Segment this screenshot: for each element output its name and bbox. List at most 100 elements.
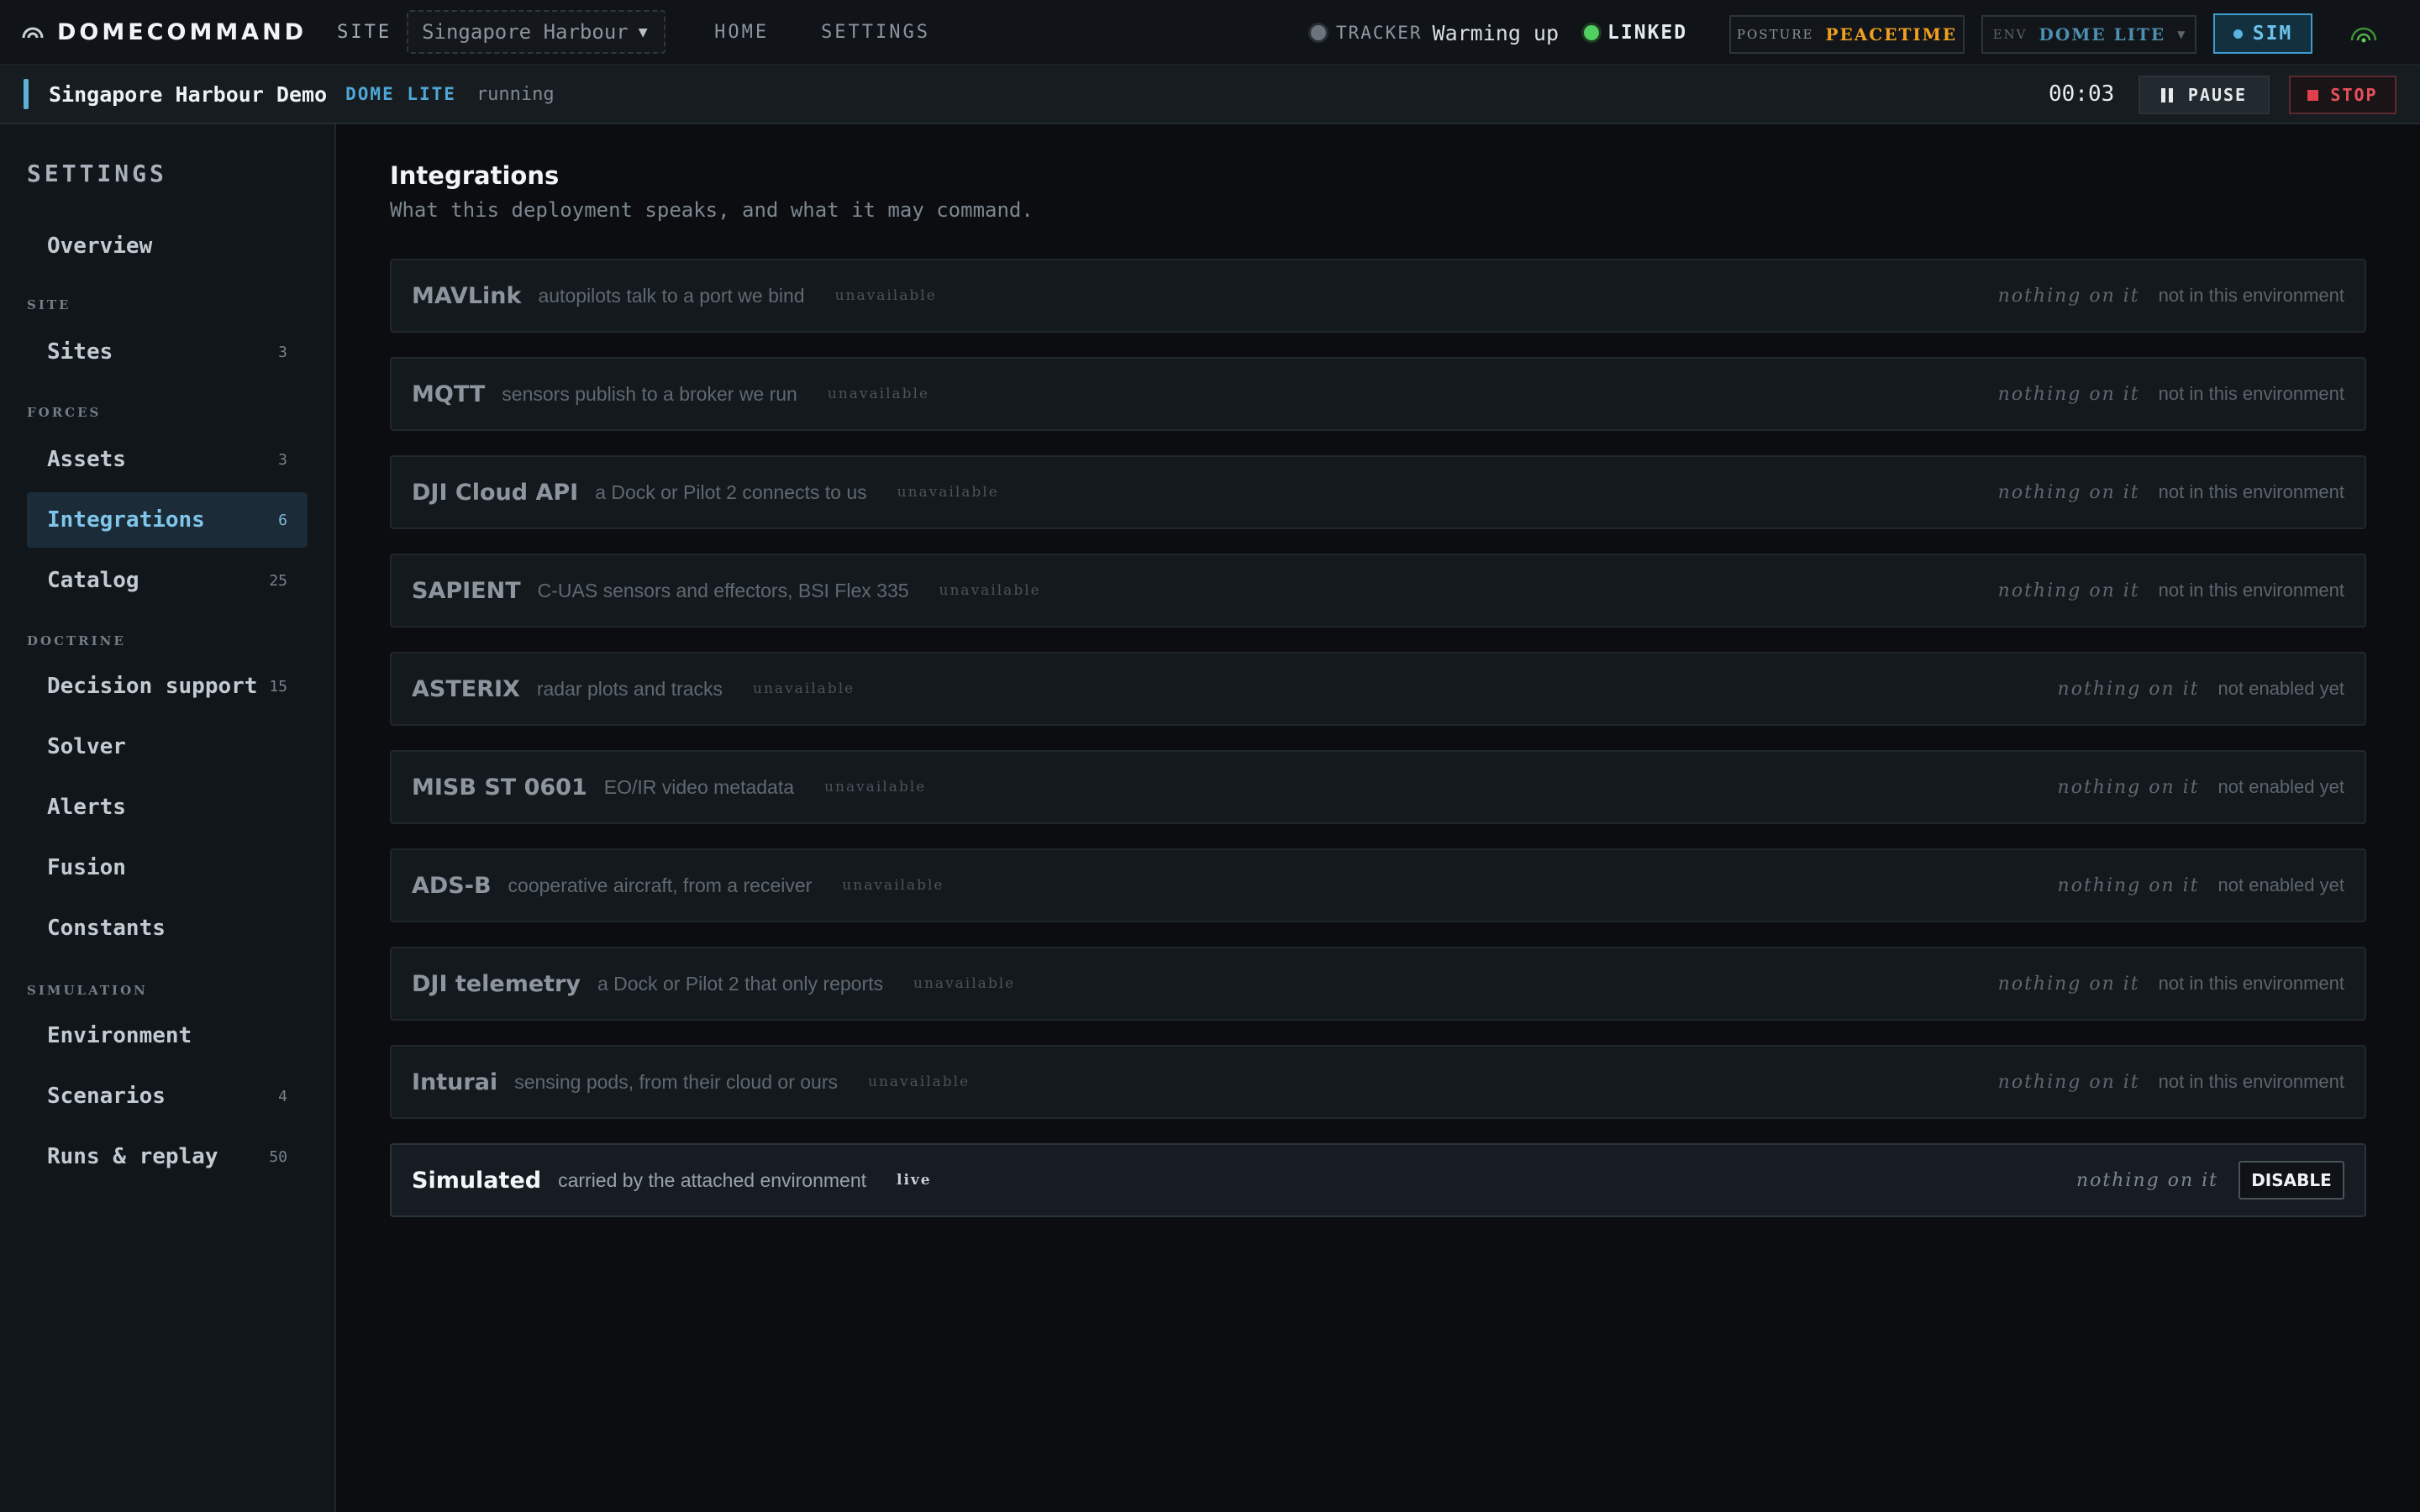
sidebar-item-label: Solver bbox=[47, 734, 126, 759]
sidebar-item-constants[interactable]: Constants bbox=[27, 900, 308, 956]
sidebar-item-decision-support[interactable]: Decision support 15 bbox=[27, 659, 308, 714]
integration-desc: carried by the attached environment bbox=[558, 1168, 867, 1191]
integration-name: DJI telemetry bbox=[412, 970, 581, 997]
integration-note: not in this environment bbox=[2158, 481, 2344, 502]
sidebar-item-count: 3 bbox=[278, 343, 287, 361]
sidebar-item-integrations[interactable]: Integrations 6 bbox=[27, 492, 308, 548]
env-value: DOME LITE bbox=[2039, 24, 2166, 45]
site-select[interactable]: Singapore Harbour ▼ bbox=[407, 10, 666, 54]
nav-settings[interactable]: SETTINGS bbox=[821, 22, 930, 43]
integration-row-dji-cloud-api[interactable]: DJI Cloud API a Dock or Pilot 2 connects… bbox=[390, 455, 2366, 529]
integration-row-inturai[interactable]: Inturai sensing pods, from their cloud o… bbox=[390, 1045, 2366, 1119]
run-env-badge: DOME LITE bbox=[345, 84, 456, 104]
integration-row-misb-st-0601[interactable]: MISB ST 0601 EO/IR video metadata unavai… bbox=[390, 750, 2366, 824]
sidebar-item-scenarios[interactable]: Scenarios 4 bbox=[27, 1068, 308, 1124]
sidebar-item-label: Runs & replay bbox=[47, 1144, 218, 1169]
integration-name: DJI Cloud API bbox=[412, 479, 579, 506]
pause-button[interactable]: PAUSE bbox=[2139, 76, 2270, 114]
integration-name: ADS-B bbox=[412, 872, 492, 899]
integration-row-ads-b[interactable]: ADS-B cooperative aircraft, from a recei… bbox=[390, 848, 2366, 922]
run-state: running bbox=[476, 83, 555, 105]
sidebar-item-label: Scenarios bbox=[47, 1084, 166, 1109]
integration-name: SAPIENT bbox=[412, 577, 521, 604]
integration-load: nothing on it bbox=[1997, 973, 2140, 995]
sidebar-item-label: Constants bbox=[47, 916, 166, 941]
pause-label: PAUSE bbox=[2187, 85, 2248, 105]
integration-status: unavailable bbox=[824, 779, 927, 795]
sidebar-item-label: Alerts bbox=[47, 795, 126, 820]
integration-name: Inturai bbox=[412, 1068, 498, 1095]
sim-dot-icon bbox=[2233, 29, 2243, 39]
env-select[interactable]: ENV DOME LITE ▼ bbox=[1981, 15, 2196, 54]
integration-load: nothing on it bbox=[1997, 285, 2140, 307]
sidebar-item-sites[interactable]: Sites 3 bbox=[27, 324, 308, 380]
integration-note: not in this environment bbox=[2158, 383, 2344, 404]
sidebar-item-environment[interactable]: Environment bbox=[27, 1008, 308, 1063]
integration-note: not in this environment bbox=[2158, 973, 2344, 994]
sidebar-item-count: 25 bbox=[269, 571, 287, 590]
tracker-label: TRACKER bbox=[1336, 23, 1423, 43]
integration-desc: C-UAS sensors and effectors, BSI Flex 33… bbox=[537, 579, 909, 601]
integration-row-mqtt[interactable]: MQTT sensors publish to a broker we run … bbox=[390, 357, 2366, 431]
tracker-status-text: Warming up bbox=[1432, 20, 1560, 45]
env-label: ENV bbox=[1992, 27, 2028, 42]
integration-load: nothing on it bbox=[2057, 874, 2200, 896]
integration-right: nothing on it not in this environment bbox=[1998, 1047, 2344, 1117]
integration-status: unavailable bbox=[842, 877, 944, 894]
posture-badge[interactable]: POSTURE PEACETIME bbox=[1729, 15, 1965, 54]
sidebar-item-alerts[interactable]: Alerts bbox=[27, 780, 308, 835]
integration-row-asterix[interactable]: ASTERIX radar plots and tracks unavailab… bbox=[390, 652, 2366, 726]
integration-right: nothing on it not enabled yet bbox=[2058, 752, 2344, 822]
brand[interactable]: DOMECOMMAND bbox=[20, 19, 307, 45]
sidebar-group-site: SITE bbox=[27, 297, 71, 312]
sidebar-item-catalog[interactable]: Catalog 25 bbox=[27, 553, 308, 608]
dome-logo-icon bbox=[22, 27, 44, 39]
integration-status: unavailable bbox=[939, 582, 1041, 599]
stop-label: STOP bbox=[2330, 85, 2378, 105]
sidebar-item-count: 3 bbox=[278, 450, 287, 469]
posture-label: POSTURE bbox=[1736, 27, 1814, 42]
integration-load: nothing on it bbox=[1997, 1071, 2140, 1093]
integration-row-sapient[interactable]: SAPIENT C-UAS sensors and effectors, BSI… bbox=[390, 554, 2366, 627]
integration-right: nothing on it not enabled yet bbox=[2058, 654, 2344, 724]
nav-home[interactable]: HOME bbox=[714, 22, 769, 43]
link-status: LINKED bbox=[1584, 22, 1687, 44]
top-bar: DOMECOMMAND SITE Singapore Harbour ▼ HOM… bbox=[0, 0, 2420, 66]
sidebar-group-doctrine: DOCTRINE bbox=[27, 633, 126, 648]
stop-button[interactable]: STOP bbox=[2289, 76, 2396, 114]
sidebar-item-count: 4 bbox=[278, 1087, 287, 1105]
tracker-status-dot-icon bbox=[1311, 25, 1326, 40]
chevron-down-icon: ▼ bbox=[2177, 29, 2186, 40]
site-select-value: Singapore Harbour bbox=[422, 20, 629, 44]
integration-right: nothing on it not in this environment bbox=[1998, 555, 2344, 626]
integration-load: nothing on it bbox=[2057, 678, 2200, 700]
sidebar-item-runs-replay[interactable]: Runs & replay 50 bbox=[27, 1129, 308, 1184]
integration-note: not enabled yet bbox=[2217, 874, 2344, 895]
run-bar: Singapore Harbour Demo DOME LITE running… bbox=[0, 66, 2420, 124]
integration-note: not enabled yet bbox=[2217, 678, 2344, 699]
integration-right: nothing on it not in this environment bbox=[1998, 260, 2344, 331]
linked-text: LINKED bbox=[1607, 22, 1688, 44]
integration-desc: a Dock or Pilot 2 connects to us bbox=[595, 480, 867, 503]
chevron-down-icon: ▼ bbox=[638, 23, 648, 41]
integration-status: live bbox=[897, 1172, 932, 1189]
sidebar-item-solver[interactable]: Solver bbox=[27, 719, 308, 774]
sidebar-group-forces: FORCES bbox=[27, 405, 102, 420]
sidebar-item-label: Sites bbox=[47, 339, 113, 365]
sidebar-item-label: Catalog bbox=[47, 568, 139, 593]
run-timer: 00:03 bbox=[2049, 81, 2115, 107]
integration-row-mavlink[interactable]: MAVLink autopilots talk to a port we bin… bbox=[390, 259, 2366, 333]
sidebar-item-fusion[interactable]: Fusion bbox=[27, 840, 308, 895]
signal-icon[interactable] bbox=[2349, 20, 2378, 45]
disable-button[interactable]: DISABLE bbox=[2238, 1161, 2344, 1200]
sim-toggle-button[interactable]: SIM bbox=[2213, 13, 2312, 54]
sidebar-item-overview[interactable]: Overview bbox=[27, 218, 308, 274]
integration-name: ASTERIX bbox=[412, 675, 520, 702]
page-title: Integrations bbox=[390, 161, 560, 190]
integration-row-dji-telemetry[interactable]: DJI telemetry a Dock or Pilot 2 that onl… bbox=[390, 947, 2366, 1021]
sidebar-item-label: Assets bbox=[47, 447, 126, 472]
integration-row-simulated[interactable]: Simulated carried by the attached enviro… bbox=[390, 1143, 2366, 1217]
sidebar-item-assets[interactable]: Assets 3 bbox=[27, 432, 308, 487]
posture-value: PEACETIME bbox=[1825, 24, 1958, 45]
integration-desc: autopilots talk to a port we bind bbox=[538, 284, 805, 307]
